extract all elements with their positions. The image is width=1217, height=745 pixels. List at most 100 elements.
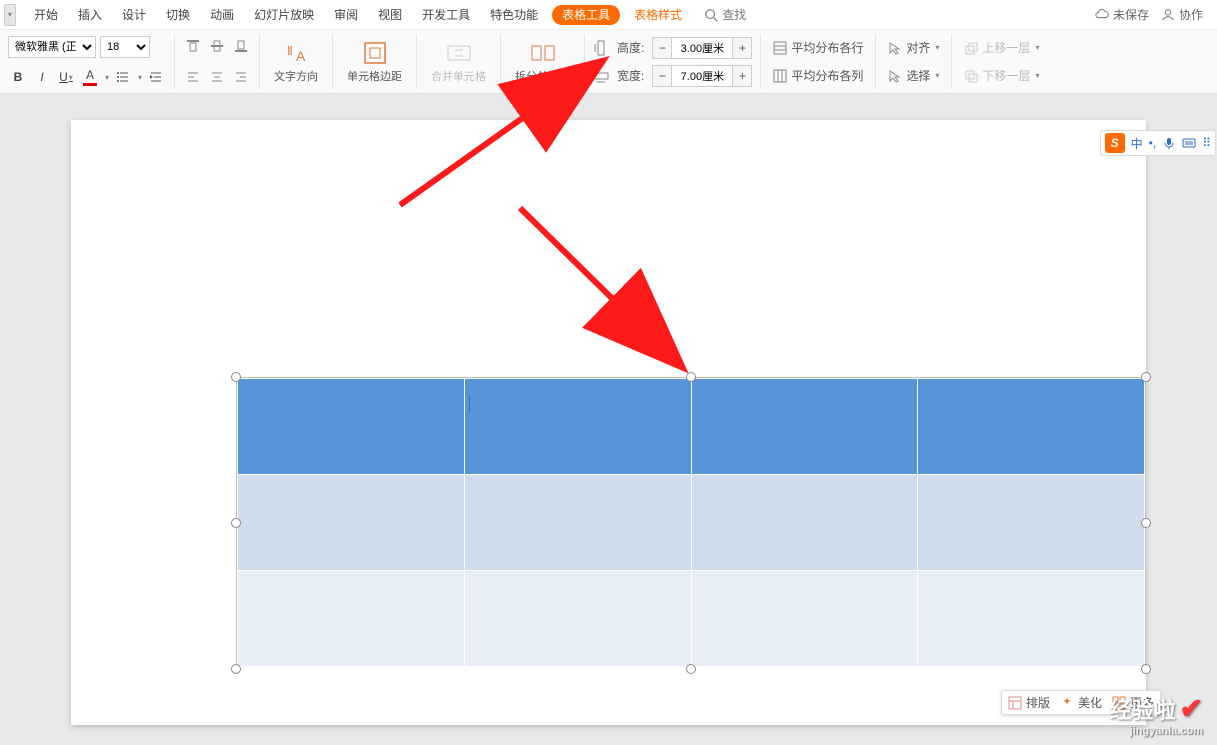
- align-button[interactable]: 对齐▾: [884, 37, 943, 59]
- underline-button[interactable]: U▾: [56, 67, 76, 87]
- menu-right-cluster: 未保存 协作: [1095, 6, 1213, 23]
- collab-label: 协作: [1179, 6, 1203, 23]
- width-input[interactable]: [671, 66, 733, 86]
- font-color-dropdown[interactable]: ▾: [105, 73, 109, 82]
- menu-table-style[interactable]: 表格样式: [624, 0, 692, 30]
- menu-feature[interactable]: 特色功能: [480, 0, 548, 30]
- height-inc[interactable]: +: [733, 38, 751, 58]
- text-direction-group: ⅡA 文字方向: [260, 34, 333, 89]
- menu-search[interactable]: 查找: [704, 6, 746, 23]
- cell-margin-icon: [361, 39, 389, 67]
- ppt-table[interactable]: [237, 378, 1145, 667]
- float-layout-button[interactable]: 排版: [1008, 694, 1050, 711]
- handle-bm[interactable]: [686, 664, 696, 674]
- text-direction-label: 文字方向: [274, 68, 318, 84]
- handle-mr[interactable]: [1141, 518, 1151, 528]
- width-dec[interactable]: −: [653, 66, 671, 86]
- layer-down-icon: [964, 69, 978, 83]
- split-label: 拆分单元格: [515, 68, 570, 84]
- height-input[interactable]: [671, 38, 733, 58]
- cell-margin-button[interactable]: 单元格边距: [341, 37, 408, 86]
- ime-mic-icon[interactable]: [1162, 136, 1176, 150]
- slide[interactable]: [71, 120, 1146, 725]
- menu-dev[interactable]: 开发工具: [412, 0, 480, 30]
- handle-br[interactable]: [1141, 664, 1151, 674]
- list-dropdown[interactable]: ▾: [138, 73, 142, 82]
- bold-button[interactable]: B: [8, 67, 28, 87]
- dist-cols-label: 平均分布各列: [791, 67, 863, 84]
- dimension-group: 高度: − + 宽度: − +: [585, 34, 761, 89]
- handle-bl[interactable]: [231, 664, 241, 674]
- align-left-button[interactable]: [183, 67, 203, 87]
- menu-transition[interactable]: 切换: [156, 0, 200, 30]
- ime-logo-icon: S: [1105, 133, 1125, 153]
- layout-icon: [1008, 696, 1022, 710]
- width-spinner[interactable]: − +: [652, 65, 752, 87]
- dist-rows-button[interactable]: 平均分布各行: [769, 37, 867, 59]
- align-top-button[interactable]: [183, 36, 203, 56]
- dist-rows-icon: [773, 41, 787, 55]
- dist-cols-button[interactable]: 平均分布各列: [769, 65, 867, 87]
- align-bot-button[interactable]: [231, 36, 251, 56]
- ime-more-icon[interactable]: ⠿: [1202, 136, 1211, 150]
- move-down-label: 下移一层: [982, 67, 1030, 84]
- italic-button[interactable]: I: [32, 67, 52, 87]
- layer-group: 上移一层▾ 下移一层▾: [952, 34, 1051, 89]
- text-direction-button[interactable]: ⅡA 文字方向: [268, 37, 324, 86]
- ime-punct-icon[interactable]: •,: [1149, 136, 1157, 150]
- menu-review[interactable]: 审阅: [324, 0, 368, 30]
- width-icon: [593, 68, 609, 84]
- table-row[interactable]: [238, 571, 1145, 667]
- float-beautify-button[interactable]: 美化: [1060, 694, 1102, 711]
- height-spinner[interactable]: − +: [652, 37, 752, 59]
- menu-design[interactable]: 设计: [112, 0, 156, 30]
- handle-tl[interactable]: [231, 372, 241, 382]
- search-icon: [704, 8, 718, 22]
- font-name-select[interactable]: 微软雅黑 (正文): [8, 36, 96, 58]
- split-icon: [529, 39, 557, 67]
- app-menu-handle[interactable]: ▾: [4, 4, 16, 26]
- float-layout-label: 排版: [1026, 694, 1050, 711]
- table-row[interactable]: [238, 379, 1145, 475]
- table-row[interactable]: [238, 475, 1145, 571]
- align-right-button[interactable]: [231, 67, 251, 87]
- collab-button[interactable]: 协作: [1161, 6, 1203, 23]
- ime-bar[interactable]: S 中 •, ⠿: [1100, 130, 1216, 156]
- font-color-button[interactable]: A: [80, 67, 100, 87]
- indent-button[interactable]: [146, 67, 166, 87]
- split-cells-button[interactable]: 拆分单元格: [509, 37, 576, 86]
- align-mid-button[interactable]: [207, 36, 227, 56]
- menu-insert[interactable]: 插入: [68, 0, 112, 30]
- unsaved-label: 未保存: [1113, 6, 1149, 23]
- width-inc[interactable]: +: [733, 66, 751, 86]
- svg-text:Ⅱ: Ⅱ: [287, 44, 293, 58]
- layer-up-icon: [964, 41, 978, 55]
- ime-keyboard-icon[interactable]: [1182, 136, 1196, 150]
- font-size-select[interactable]: 18: [100, 36, 150, 58]
- list-button[interactable]: [113, 67, 133, 87]
- handle-tm[interactable]: [686, 372, 696, 382]
- select-group: 对齐▾ 选择▾: [876, 34, 952, 89]
- cloud-icon: [1095, 8, 1109, 22]
- move-up-button: 上移一层▾: [960, 37, 1043, 59]
- merge-cells-button: 合并单元格: [425, 37, 492, 86]
- select-button[interactable]: 选择▾: [884, 65, 943, 87]
- distribute-group: 平均分布各行 平均分布各列: [761, 34, 876, 89]
- handle-ml[interactable]: [231, 518, 241, 528]
- align-top-icon: [186, 39, 200, 53]
- unsaved-indicator[interactable]: 未保存: [1095, 6, 1149, 23]
- split-group: 拆分单元格: [501, 34, 585, 89]
- height-dec[interactable]: −: [653, 38, 671, 58]
- canvas-area[interactable]: [0, 94, 1217, 745]
- ime-lang[interactable]: 中: [1131, 135, 1143, 152]
- handle-tr[interactable]: [1141, 372, 1151, 382]
- menu-table-tools[interactable]: 表格工具: [552, 5, 620, 25]
- align-center-button[interactable]: [207, 67, 227, 87]
- text-direction-icon: ⅡA: [282, 39, 310, 67]
- cursor2-icon: [888, 69, 902, 83]
- menu-start[interactable]: 开始: [24, 0, 68, 30]
- cell-margin-label: 单元格边距: [347, 68, 402, 84]
- menu-slideshow[interactable]: 幻灯片放映: [244, 0, 324, 30]
- menu-animation[interactable]: 动画: [200, 0, 244, 30]
- menu-view[interactable]: 视图: [368, 0, 412, 30]
